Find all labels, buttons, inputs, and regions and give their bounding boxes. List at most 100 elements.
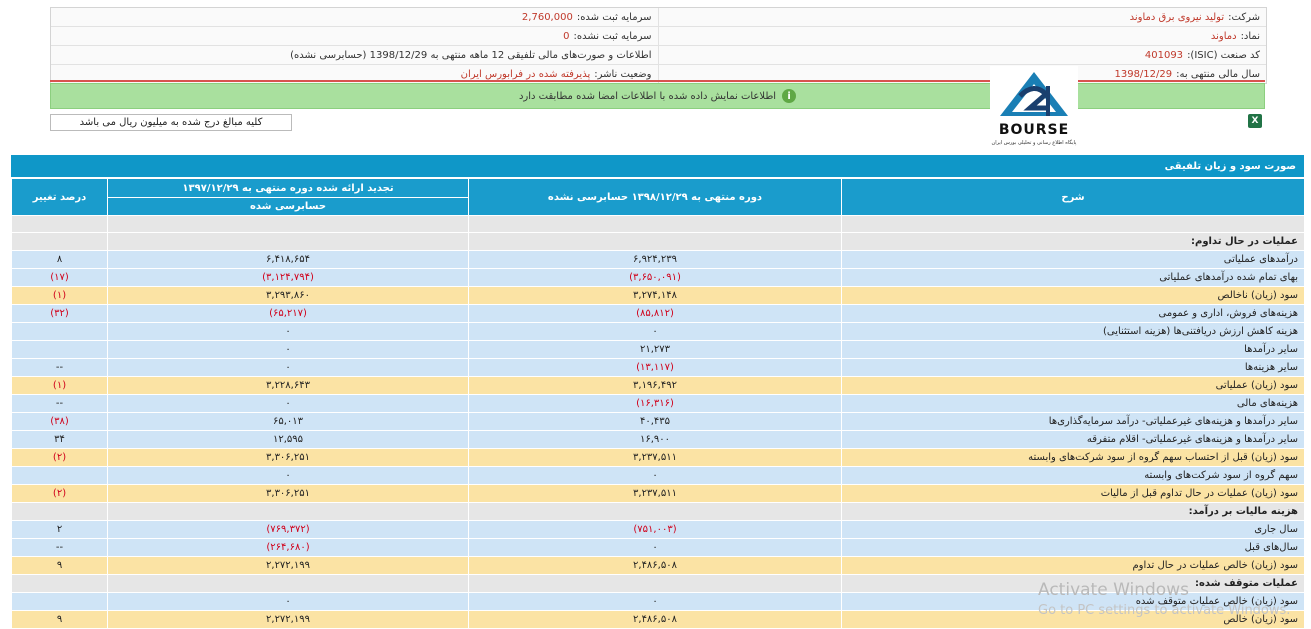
- row-change-percent: (۱): [11, 286, 108, 305]
- bourse-logo: BOURSE پایگاه اطلاع رسانی و تحلیلی بورس …: [990, 66, 1078, 152]
- table-row: سایر هزینه‌ها (۱۳,۱۱۷) ۰ --: [11, 358, 1305, 377]
- row-label: درآمدهای عملیاتی: [841, 250, 1305, 269]
- row-change-percent: --: [11, 538, 108, 557]
- row-current-value: ۲۱,۲۷۳: [468, 340, 842, 359]
- publisher-status-label: وضعیت ناشر:: [594, 68, 652, 80]
- table-row: سهم گروه از سود شرکت‌های وابسته ۰ ۰: [11, 466, 1305, 485]
- excel-export-icon[interactable]: X: [1248, 114, 1262, 128]
- row-change-percent: --: [11, 394, 108, 413]
- table-row: سال جاری (۷۵۱,۰۰۳) (۷۶۹,۳۷۲) ۲: [11, 520, 1305, 539]
- row-label: بهای تمام شده درآمدهای عملیاتی: [841, 268, 1305, 287]
- row-label: سایر درآمدها و هزینه‌های غیرعملیاتی- درآ…: [841, 412, 1305, 431]
- table-row: سایر درآمدها و هزینه‌های غیرعملیاتی- اقل…: [11, 430, 1305, 449]
- publisher-status-value: پذیرفته شده در فرابورس ایران: [460, 68, 591, 80]
- row-previous-value: ۰: [107, 466, 469, 485]
- table-row: سود (زیان) قبل از احتساب سهم گروه از سود…: [11, 448, 1305, 467]
- row-label: سال جاری: [841, 520, 1305, 539]
- row-current-value: ۲,۴۸۶,۵۰۸: [468, 556, 842, 575]
- divider-line: [50, 80, 1265, 82]
- unregistered-capital-label: سرمایه ثبت نشده:: [573, 30, 652, 42]
- row-previous-value: ۰: [107, 340, 469, 359]
- row-previous-value: ۱۲,۵۹۵: [107, 430, 469, 449]
- row-change-percent: (۳۲): [11, 304, 108, 323]
- table-row: هزینه‌های فروش، اداری و عمومی (۸۵,۸۱۲) (۶۵…: [11, 304, 1305, 323]
- verification-banner: i اطلاعات نمایش داده شده با اطلاعات امضا…: [50, 83, 1265, 109]
- row-change-percent: ۹: [11, 556, 108, 575]
- row-previous-value: (۶۵,۲۱۷): [107, 304, 469, 323]
- row-current-value: ۱۶,۹۰۰: [468, 430, 842, 449]
- row-current-value: ۳,۲۷۴,۱۴۸: [468, 286, 842, 305]
- company-name[interactable]: تولید نیروی برق دماوند: [1130, 12, 1225, 23]
- header-change-percent: درصد تغییر: [11, 178, 108, 216]
- row-current-value: [468, 502, 842, 521]
- row-label: سود (زیان) عملیات در حال تداوم قبل از ما…: [841, 484, 1305, 503]
- row-current-value: [468, 574, 842, 593]
- table-row: سایر درآمدها ۲۱,۲۷۳ ۰: [11, 340, 1305, 359]
- row-current-value: (۸۵,۸۱۲): [468, 304, 842, 323]
- statements-description: اطلاعات و صورت‌های مالی تلفیقی 12 ماهه م…: [290, 49, 652, 61]
- row-current-value: ۰: [468, 592, 842, 611]
- fiscal-year-label: سال مالی منتهی به:: [1176, 68, 1260, 80]
- company-label: شرکت:: [1228, 11, 1260, 23]
- row-change-percent: (۲): [11, 484, 108, 503]
- row-label: هزینه مالیات بر درآمد:: [841, 502, 1305, 521]
- row-current-value: ۶,۹۲۴,۲۳۹: [468, 250, 842, 269]
- table-row: هزینه‌های مالی (۱۶,۳۱۶) ۰ --: [11, 394, 1305, 413]
- row-previous-value: ۳,۲۲۸,۶۴۳: [107, 376, 469, 395]
- table-row: هزینه کاهش ارزش دریافتنی‌ها (هزینه استثن…: [11, 322, 1305, 341]
- unit-note: کلیه مبالغ درج شده به میلیون ریال می باش…: [50, 114, 292, 131]
- row-change-percent: [11, 466, 108, 485]
- row-current-value: (۱۳,۱۱۷): [468, 358, 842, 377]
- row-label: عملیات در حال تداوم:: [841, 232, 1305, 251]
- row-current-value: ۳,۱۹۶,۴۹۲: [468, 376, 842, 395]
- row-current-value: (۷۵۱,۰۰۳): [468, 520, 842, 539]
- windows-watermark: Activate Windows: [1038, 580, 1189, 600]
- table-row: سال‌های قبل ۰ (۲۶۴,۶۸۰) --: [11, 538, 1305, 557]
- header-previous-period: تجدید ارائه شده دوره منتهی به ۱۳۹۷/۱۲/۲۹: [107, 178, 469, 198]
- symbol-value[interactable]: دماوند: [1211, 31, 1237, 42]
- verification-text: اطلاعات نمایش داده شده با اطلاعات امضا ش…: [518, 90, 777, 102]
- row-previous-value: ۳,۳۰۶,۲۵۱: [107, 484, 469, 503]
- row-label: سود (زیان) قبل از احتساب سهم گروه از سود…: [841, 448, 1305, 467]
- row-change-percent: [11, 340, 108, 359]
- row-current-value: ۳,۲۳۷,۵۱۱: [468, 448, 842, 467]
- row-change-percent: [11, 232, 108, 251]
- company-info-panel: شرکت: تولید نیروی برق دماوند سرمایه ثبت ش…: [50, 7, 1267, 84]
- row-previous-value: (۷۶۹,۳۷۲): [107, 520, 469, 539]
- header-previous-audited: حسابرسی شده: [107, 197, 469, 216]
- row-change-percent: ۳۴: [11, 430, 108, 449]
- row-label: سود (زیان) عملیاتی: [841, 376, 1305, 395]
- capital-value: 2,760,000: [521, 11, 573, 23]
- section-title: صورت سود و زیان تلفیقی: [11, 155, 1304, 177]
- row-label: سایر درآمدها و هزینه‌های غیرعملیاتی- اقل…: [841, 430, 1305, 449]
- row-change-percent: ۸: [11, 250, 108, 269]
- unregistered-capital-value: 0: [563, 30, 570, 42]
- table-row: سود (زیان) عملیات در حال تداوم قبل از ما…: [11, 484, 1305, 503]
- table-row: سود (زیان) خالص عملیات در حال تداوم ۲,۴۸۶…: [11, 556, 1305, 575]
- row-current-value: ۲,۴۸۶,۵۰۸: [468, 610, 842, 629]
- fiscal-year-value: 1398/12/29: [1114, 68, 1173, 80]
- isic-value: 401093: [1144, 49, 1184, 61]
- logo-subtext: پایگاه اطلاع رسانی و تحلیلی بورس ایران: [991, 140, 1077, 146]
- row-change-percent: [11, 592, 108, 611]
- row-label: سایر درآمدها: [841, 340, 1305, 359]
- bourse-logo-mark: [1000, 72, 1068, 116]
- row-previous-value: (۲۶۴,۶۸۰): [107, 538, 469, 557]
- row-current-value: ۰: [468, 538, 842, 557]
- income-statement-table: شرح دوره منتهی به ۱۳۹۸/۱۲/۲۹ حسابرسی نشد…: [11, 178, 1305, 629]
- row-previous-value: [107, 232, 469, 251]
- row-previous-value: ۰: [107, 358, 469, 377]
- row-current-value: (۳,۶۵۰,۰۹۱): [468, 268, 842, 287]
- row-current-value: ۳,۲۳۷,۵۱۱: [468, 484, 842, 503]
- table-row: بهای تمام شده درآمدهای عملیاتی (۳,۶۵۰,۰۹۱…: [11, 268, 1305, 287]
- windows-watermark-sub: Go to PC settings to activate Windows.: [1038, 603, 1291, 618]
- table-row: سایر درآمدها و هزینه‌های غیرعملیاتی- درآ…: [11, 412, 1305, 431]
- header-description: شرح: [841, 178, 1305, 216]
- row-label: هزینه کاهش ارزش دریافتنی‌ها (هزینه استثن…: [841, 322, 1305, 341]
- header-current-period: دوره منتهی به ۱۳۹۸/۱۲/۲۹ حسابرسی نشده: [468, 178, 842, 216]
- row-current-value: ۰: [468, 322, 842, 341]
- row-label: سال‌های قبل: [841, 538, 1305, 557]
- table-row: هزینه مالیات بر درآمد:: [11, 502, 1305, 521]
- row-current-value: (۱۶,۳۱۶): [468, 394, 842, 413]
- row-current-value: ۰: [468, 466, 842, 485]
